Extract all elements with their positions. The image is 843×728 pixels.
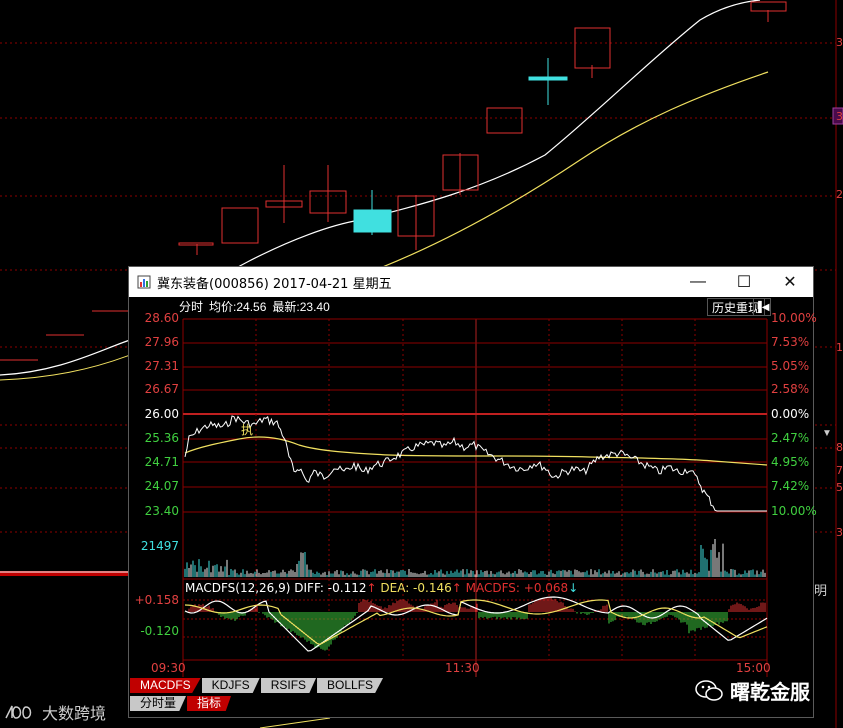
price-tick: 27.31	[144, 359, 179, 373]
candle	[486, 107, 523, 134]
volume-max-label: 21497	[140, 539, 179, 553]
candle	[221, 207, 259, 244]
intraday-chart: 执	[182, 318, 768, 677]
candle	[750, 1, 787, 12]
play-icon[interactable]: ▐◀	[753, 298, 771, 316]
minimize-icon: —	[690, 273, 706, 290]
tab-macdfs[interactable]: MACDFS	[130, 678, 201, 693]
mode-label: 分时	[179, 299, 204, 314]
price-tick: 24.07	[144, 479, 179, 493]
price-tick: 26.67	[144, 382, 179, 396]
candle	[353, 209, 392, 233]
avg-value: 24.56	[236, 299, 267, 314]
macd-dea: DEA: -0.146	[380, 581, 452, 595]
price-tick: 24.71	[144, 455, 179, 469]
pct-tick: 0.00%	[771, 407, 810, 421]
bg-ma-yellow	[379, 71, 769, 269]
maximize-icon: ☐	[736, 274, 752, 291]
minimize-button[interactable]: —	[675, 267, 721, 297]
macd-tick: +0.158	[134, 593, 179, 607]
bg-axis-label: 1	[836, 341, 843, 354]
price-tick: 28.60	[144, 311, 179, 325]
macd-histogram	[184, 596, 766, 651]
last-label: 最新:	[272, 299, 300, 314]
intraday-popup-window: 执 冀东装备(000856) 2017-04-21 星期五 — ☐ ✕ 分时 均…	[128, 266, 817, 718]
maximize-button[interactable]: ☐	[721, 267, 767, 297]
pct-tick: 10.00%	[771, 311, 817, 325]
last-value: 23.40	[299, 299, 330, 314]
bg-dropdown-icon[interactable]: ▼	[822, 428, 832, 439]
bg-axis-label: 3	[836, 110, 843, 123]
avg-label: 均价:	[209, 299, 237, 314]
app-icon	[137, 275, 151, 289]
tab-kdjfs[interactable]: KDJFS	[201, 678, 260, 693]
candle	[574, 27, 611, 69]
pct-tick: 7.42%	[771, 479, 810, 493]
info-bar: 分时 均价:24.56 最新:23.40	[179, 297, 330, 315]
price-tick: 23.40	[144, 504, 179, 518]
watermark-left: 大数跨境	[4, 700, 106, 724]
bg-axis-label: 8	[836, 441, 843, 454]
macd-name: MACDFS(12,26,9)	[185, 581, 291, 595]
macd-value: MACDFS: +0.068	[465, 581, 569, 595]
watermark-left-text: 大数跨境	[42, 706, 107, 723]
watermark-right-text: 曙乾金服	[730, 682, 810, 704]
tab-rsifs[interactable]: RSIFS	[260, 678, 317, 693]
candle	[528, 76, 568, 81]
volume-bars	[184, 539, 766, 577]
indicator-tabs: MACDFS KDJFS RSIFS BOLLFS	[130, 678, 384, 693]
title-bar: 冀东装备(000856) 2017-04-21 星期五 — ☐ ✕	[129, 267, 813, 297]
time-tick: 09:30	[151, 661, 186, 675]
macd-diff: DIFF: -0.112	[294, 581, 367, 595]
time-tick: 11:30	[445, 661, 480, 675]
tab-bollfs[interactable]: BOLLFS	[317, 678, 384, 693]
tab-intraday-volume[interactable]: 分时量	[130, 696, 187, 711]
price-tick: 27.96	[144, 335, 179, 349]
pct-tick: 5.05%	[771, 359, 810, 373]
bg-right-label: 明	[814, 583, 828, 598]
chart-annotation: 执	[241, 423, 253, 437]
tab-indicator[interactable]: 指标	[187, 696, 232, 711]
pct-tick: 2.58%	[771, 382, 810, 396]
diff-arrow-icon: ↑	[366, 581, 377, 595]
window-title: 冀东装备(000856) 2017-04-21 星期五	[157, 276, 392, 292]
candle	[178, 242, 214, 246]
sub-tabs: 分时量 指标	[130, 696, 232, 711]
bg-axis-label: 3	[836, 526, 843, 539]
brand-logo-icon	[5, 705, 32, 719]
bg-axis-label: 2	[836, 188, 843, 201]
pct-tick: 2.47%	[771, 431, 810, 445]
bg-axis-label: 5	[836, 481, 843, 494]
time-tick: 15:00	[736, 661, 771, 675]
bg-axis-label: 3	[836, 36, 843, 49]
pct-tick: 4.95%	[771, 455, 810, 469]
bg-axis-label: 7	[836, 464, 843, 477]
watermark-right: 曙乾金服	[694, 676, 810, 705]
dea-arrow-icon: ↑	[451, 581, 462, 595]
wechat-icon	[695, 679, 723, 701]
macd-arrow-icon: ↓	[568, 581, 579, 595]
close-icon: ✕	[783, 274, 797, 291]
macd-info: MACDFS(12,26,9) DIFF: -0.112↑ DEA: -0.14…	[185, 581, 578, 595]
price-tick: 26.00	[144, 407, 179, 421]
pct-tick: 7.53%	[771, 335, 810, 349]
macd-tick: -0.120	[140, 624, 179, 638]
close-button[interactable]: ✕	[767, 267, 813, 297]
price-tick: 25.36	[144, 431, 179, 445]
pct-tick: 10.00%	[771, 504, 817, 518]
